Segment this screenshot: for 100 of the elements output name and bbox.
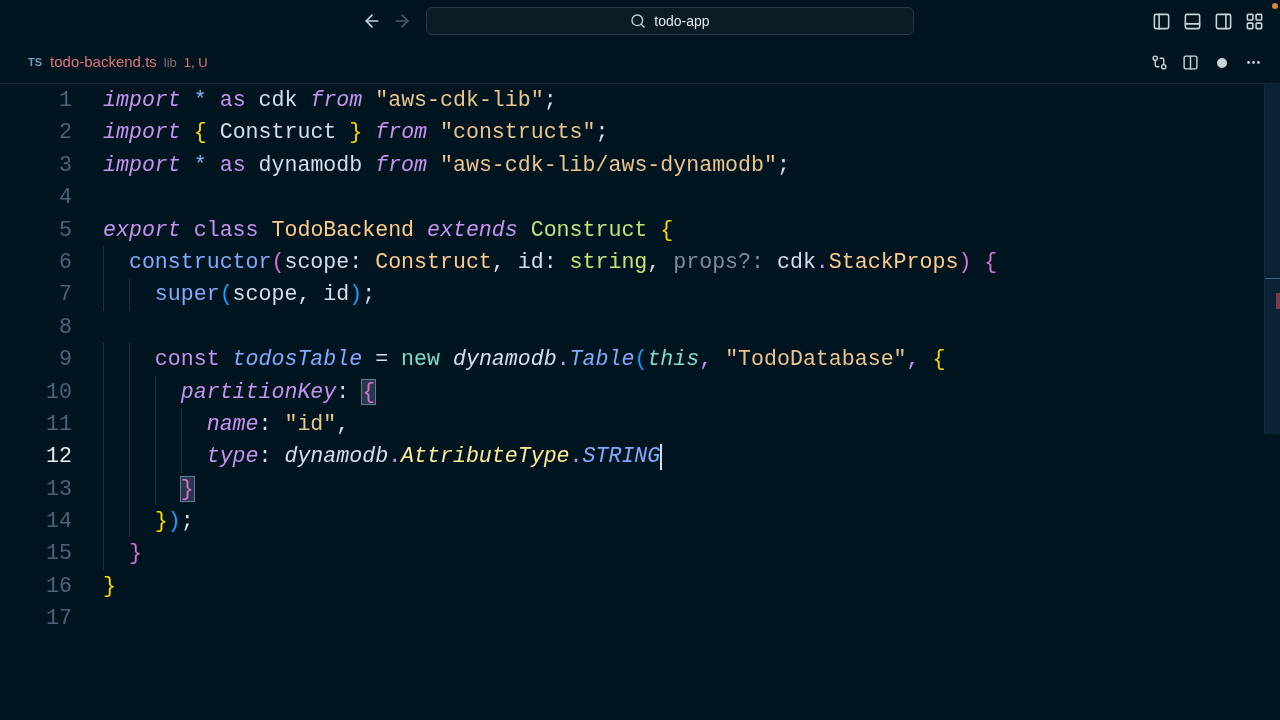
code-token: "aws-cdk-lib" — [375, 88, 544, 112]
panel-toggle-icon[interactable] — [1183, 11, 1202, 31]
code-token: class — [193, 217, 259, 242]
code-token: , — [647, 249, 661, 274]
code-token: scope, id — [232, 282, 350, 307]
code-token: Construct — [375, 249, 492, 274]
layout-icon[interactable] — [1245, 11, 1264, 31]
line-number: 15 — [45, 540, 72, 568]
code-token: Construct — [219, 120, 337, 145]
code-token: string — [569, 249, 648, 274]
line-number: 14 — [45, 508, 72, 536]
code-token: ( — [271, 249, 285, 274]
code-token: ( — [219, 282, 233, 307]
code-token: * — [193, 152, 207, 177]
code-token: ) — [167, 509, 181, 534]
code-token: type — [206, 444, 259, 469]
code-token: STRING — [582, 444, 661, 469]
compare-icon[interactable] — [1151, 54, 1168, 71]
line-number: 8 — [58, 313, 72, 341]
code-token: import — [103, 88, 181, 112]
line-number: 6 — [58, 248, 72, 276]
code-token: as — [219, 152, 246, 177]
line-number: 4 — [58, 184, 72, 212]
code-token: ; — [362, 282, 376, 307]
code-token: { — [193, 120, 207, 145]
search-field[interactable]: todo-app — [426, 7, 914, 35]
code-token: . — [556, 347, 570, 372]
line-number: 13 — [45, 475, 72, 503]
code-token: . — [569, 444, 583, 469]
code-token: cdk — [258, 88, 298, 112]
code-token: cdk — [776, 249, 816, 274]
code-token: { — [660, 217, 674, 242]
code-token: "aws-cdk-lib/aws-dynamodb" — [440, 152, 777, 177]
matched-bracket: } — [180, 476, 194, 501]
code-token: } — [103, 573, 116, 598]
code-token: from — [375, 152, 428, 177]
code-token: import — [103, 152, 181, 177]
line-number: 2 — [58, 119, 72, 147]
code-token: ; — [776, 152, 790, 177]
split-editor-icon[interactable] — [1182, 54, 1199, 71]
code-token: props?: — [673, 249, 764, 274]
code-token: , — [906, 347, 920, 372]
code-token: extends — [427, 217, 518, 242]
line-number: 5 — [58, 216, 72, 244]
code-token: ( — [634, 347, 648, 372]
code-token: dynamodb — [284, 444, 389, 469]
tab-folder: lib — [163, 53, 177, 72]
line-number: 12 — [45, 443, 72, 471]
code-token: dynamodb — [452, 347, 557, 372]
sidebar-toggle-icon[interactable] — [1152, 11, 1171, 31]
line-number: 17 — [45, 605, 72, 633]
code-token: super — [154, 282, 220, 307]
code-token: StackProps — [828, 249, 959, 274]
code-token: } — [154, 509, 168, 534]
code-token: { — [984, 249, 998, 274]
code-token: name — [206, 411, 259, 436]
code-token: export — [103, 217, 181, 242]
code-token: . — [815, 249, 829, 274]
code-token: , — [336, 411, 350, 436]
code-token: : — [258, 411, 272, 436]
code-token: Table — [569, 347, 635, 372]
code-token: this — [647, 347, 700, 372]
code-token: partitionKey — [180, 379, 337, 404]
code-token: * — [193, 88, 207, 112]
code-token: "constructs" — [440, 120, 596, 145]
line-number: 10 — [45, 378, 72, 406]
code-token: "id" — [284, 411, 337, 436]
code-token: from — [310, 88, 363, 112]
secondary-sidebar-icon[interactable] — [1214, 11, 1233, 31]
code-token: as — [219, 88, 246, 112]
tab-filename[interactable]: todo-backend.ts — [50, 51, 157, 74]
line-number: 1 — [58, 87, 72, 114]
code-token: "TodoDatabase" — [725, 347, 907, 372]
code-token: Construct — [530, 217, 648, 242]
line-number: 16 — [45, 572, 72, 600]
code-token: ; — [543, 88, 557, 112]
scrollbar-track[interactable] — [1264, 84, 1280, 434]
code-token: dynamodb — [258, 152, 363, 177]
tab-status: 1, U — [183, 53, 208, 72]
code-token: todosTable — [232, 347, 363, 372]
code-token: : — [336, 379, 350, 404]
code-token: ; — [180, 509, 194, 534]
code-token: ; — [595, 120, 609, 145]
code-token: constructor — [128, 249, 272, 274]
matched-bracket: { — [362, 379, 376, 404]
code-token: { — [932, 347, 946, 372]
code-token: = — [375, 347, 389, 372]
line-number: 11 — [45, 410, 72, 438]
code-token: new — [401, 347, 440, 372]
language-label: TS — [28, 55, 43, 71]
code-token: } — [128, 541, 142, 566]
code-token: const — [154, 347, 220, 372]
code-token: TodoBackend — [271, 217, 415, 242]
error-marker — [1276, 293, 1280, 309]
code-token: AttributeType — [401, 444, 570, 469]
code-token: scope: — [284, 249, 363, 274]
line-number: 3 — [58, 151, 72, 179]
code-token: ) — [958, 249, 972, 274]
code-token: , — [699, 347, 713, 372]
code-token: from — [375, 120, 428, 145]
